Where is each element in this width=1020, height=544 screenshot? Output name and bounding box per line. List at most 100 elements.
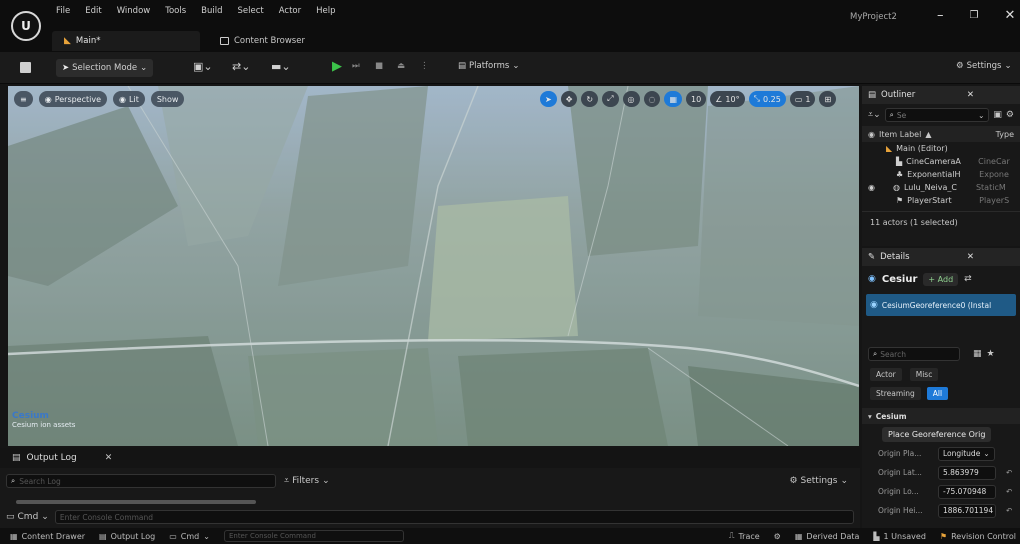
menu-edit[interactable]: Edit (85, 6, 101, 16)
add-folder-icon[interactable]: ▣ (993, 110, 1002, 120)
component-row[interactable]: ◉ CesiumGeoreference0 (Instal (866, 294, 1016, 316)
reset-arrow-icon[interactable]: ↶ (1006, 506, 1012, 515)
close-tab-icon[interactable]: ✕ (967, 90, 974, 100)
close-icon[interactable]: ✕ (1004, 8, 1015, 23)
output-log-tab[interactable]: ▤ Output Log ✕ (0, 448, 860, 468)
favorite-star-icon[interactable]: ★ (987, 349, 995, 359)
settings-gear-icon[interactable]: ⚙ (1006, 110, 1014, 120)
derived-data-button[interactable]: ▦ Derived Data (795, 532, 860, 541)
cmd-dropdown[interactable]: ▭ Cmd ⌄ (6, 512, 49, 522)
scale-snap-button[interactable]: ⤡ 0.25 (748, 91, 786, 107)
grid-snap-icon[interactable]: ▦ (664, 91, 683, 107)
network-icon[interactable]: ⚙ (774, 532, 781, 541)
outliner-row[interactable]: ◉ ◍ Lulu_Neiva_C StaticM (862, 181, 1020, 194)
reset-arrow-icon[interactable]: ↶ (1006, 487, 1012, 496)
filters-button[interactable]: ⩡ Filters ⌄ (284, 476, 330, 486)
menu-tools[interactable]: Tools (165, 6, 186, 16)
outliner-row[interactable]: ⚑ PlayerStart PlayerS (862, 194, 1020, 207)
restore-icon[interactable]: ❐ (970, 10, 979, 21)
details-tab[interactable]: ✎ Details ✕ (862, 248, 1020, 266)
origin-latitude-input[interactable]: 5.863979 (938, 465, 996, 480)
world-icon[interactable]: ◎ (622, 91, 640, 107)
outliner-row-type: Expone (979, 170, 1009, 179)
filter-all[interactable]: All (926, 387, 949, 400)
filter-icon[interactable]: ⩡⌄ (868, 110, 881, 120)
reset-arrow-icon[interactable]: ↶ (1006, 468, 1012, 477)
menu-help[interactable]: Help (316, 6, 335, 16)
stop-icon[interactable]: ■ (375, 61, 383, 71)
column-item-label[interactable]: Item Label (879, 130, 921, 139)
menu-select[interactable]: Select (238, 6, 264, 16)
save-icon[interactable] (20, 62, 31, 73)
search-log-input[interactable]: ⌕ Search Log (6, 474, 276, 488)
unsaved-button[interactable]: ▙ 1 Unsaved (873, 532, 926, 541)
close-tab-icon[interactable]: ✕ (105, 453, 113, 463)
log-horizontal-scrollbar[interactable] (16, 500, 256, 504)
origin-height-input[interactable]: 1886.701194 (938, 503, 996, 518)
visibility-icon[interactable]: ◉ (868, 183, 875, 192)
perspective-button[interactable]: ◉ Perspective (38, 91, 108, 107)
origin-longitude-input[interactable]: -75.070948 (938, 484, 996, 499)
filter-actor[interactable]: Actor (870, 368, 902, 381)
unreal-logo-icon[interactable]: U (11, 11, 41, 41)
outliner-row[interactable]: ♣ ExponentialH Expone (862, 168, 1020, 181)
menu-window[interactable]: Window (117, 6, 151, 16)
minimize-icon[interactable]: – (937, 8, 944, 23)
lit-button[interactable]: ◉ Lit (113, 91, 145, 107)
translate-icon[interactable]: ✥ (560, 91, 578, 107)
viewport-menu-icon[interactable]: ≡ (14, 91, 33, 107)
grid-size-button[interactable]: 10 (686, 91, 707, 107)
table-view-icon[interactable]: ▦ (973, 349, 982, 359)
eject-icon[interactable]: ⏏ (397, 61, 405, 71)
tab-main[interactable]: ◣ Main* (52, 31, 200, 51)
output-log-button[interactable]: ▤ Output Log (99, 532, 155, 541)
console-command-input[interactable]: Enter Console Command (54, 510, 854, 524)
scale-icon[interactable]: ⤢ (602, 91, 619, 107)
column-type[interactable]: Type (996, 130, 1014, 139)
details-filter-row-1: Actor Misc (862, 364, 1020, 385)
surface-snap-icon[interactable]: ◌ (643, 91, 661, 107)
revision-control-button[interactable]: ⚑ Revision Control (940, 532, 1016, 541)
step-icon[interactable]: ⏭ (352, 61, 360, 71)
selection-mode-button[interactable]: ➤ Selection Mode ⌄ (56, 59, 154, 77)
cesium-section-header[interactable]: ▾ Cesium (862, 408, 1020, 424)
camera-speed-button[interactable]: ▭ 1 (789, 91, 816, 107)
outliner-row[interactable]: ▙ CineCameraA CineCar (862, 155, 1020, 168)
level-viewport[interactable]: ≡ ◉ Perspective ◉ Lit Show ➤ ✥ ↻ ⤢ ◎ ◌ ▦ 1… (8, 86, 859, 446)
settings-button[interactable]: ⚙ Settings ⌄ (956, 61, 1012, 71)
tab-content-browser[interactable]: Content Browser (212, 31, 305, 51)
trace-button[interactable]: ⎍ Trace (729, 531, 760, 541)
rotate-icon[interactable]: ↻ (581, 91, 599, 107)
filter-misc[interactable]: Misc (909, 368, 939, 381)
show-button[interactable]: Show (150, 91, 185, 107)
visibility-icon[interactable]: ◉ (868, 130, 875, 139)
sort-up-icon: ▲ (925, 129, 932, 139)
details-search-input[interactable]: ⌕ Search (868, 347, 960, 361)
blueprint-icon[interactable]: ⇄ (964, 274, 972, 284)
outliner-search-input[interactable]: ⌕ Se ⌄ (884, 108, 990, 122)
outliner-row[interactable]: ◣ Main (Editor) (862, 142, 1020, 155)
add-component-button[interactable]: + Add (923, 272, 959, 286)
origin-placement-select[interactable]: Longitude ⌄ (938, 446, 995, 461)
menu-file[interactable]: File (56, 6, 70, 16)
more-options-icon[interactable]: ⋮ (420, 61, 429, 71)
log-settings-button[interactable]: ⚙ Settings ⌄ (789, 476, 848, 486)
filter-streaming[interactable]: Streaming (870, 387, 921, 400)
menu-actor[interactable]: Actor (279, 6, 301, 16)
status-console-input[interactable]: Enter Console Command (223, 530, 404, 542)
add-actor-icon[interactable]: ▣⌄ (193, 60, 213, 73)
maximize-viewport-icon[interactable]: ⊞ (819, 91, 837, 107)
actor-name[interactable]: Cesiur (882, 274, 918, 285)
play-icon[interactable]: ▶ (332, 59, 342, 74)
blueprints-icon[interactable]: ⇄⌄ (232, 60, 250, 73)
status-cmd-dropdown[interactable]: ▭ Cmd ⌄ (169, 532, 210, 541)
select-mode-icon[interactable]: ➤ (540, 91, 557, 107)
cinematics-icon[interactable]: ▬⌄ (271, 60, 291, 73)
close-tab-icon[interactable]: ✕ (967, 252, 974, 262)
place-georeference-button[interactable]: Place Georeference Orig (882, 426, 992, 442)
outliner-tab[interactable]: ▤ Outliner ✕ (862, 86, 1020, 104)
platforms-button[interactable]: ▤ Platforms ⌄ (458, 61, 519, 71)
content-drawer-button[interactable]: ▦ Content Drawer (10, 532, 85, 541)
rotation-snap-button[interactable]: ∠ 10° (710, 91, 745, 107)
menu-build[interactable]: Build (201, 6, 222, 16)
